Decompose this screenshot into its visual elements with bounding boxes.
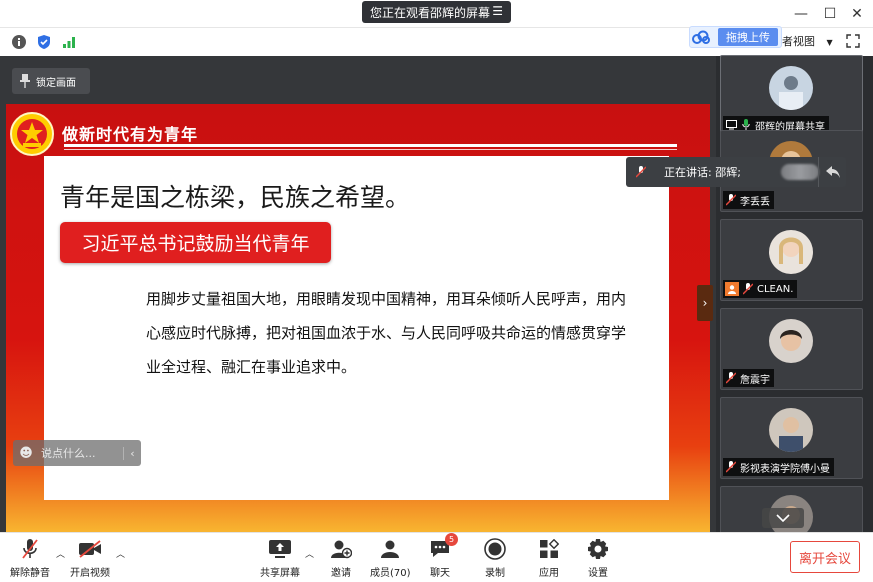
chevron-up-icon[interactable]: ︿ <box>305 547 314 560</box>
members-icon <box>378 537 402 561</box>
settings-label: 设置 <box>588 568 608 579</box>
start-video-button[interactable]: 开启视频 <box>70 537 110 579</box>
pin-icon <box>20 74 30 88</box>
slide-red-label: 习近平总书记鼓励当代青年 <box>60 222 331 263</box>
shield-icon[interactable] <box>36 34 52 50</box>
record-label: 录制 <box>485 568 505 579</box>
slide-divider-thin <box>64 149 677 150</box>
mic-muted-icon <box>742 282 754 296</box>
speaking-label: 正在讲话: 邵辉; <box>664 166 741 179</box>
chat-placeholder: 说点什么... <box>41 447 96 460</box>
members-button[interactable]: 成员(70) <box>370 537 411 579</box>
apps-icon <box>537 537 561 561</box>
shared-slide: 做新时代有为青年 青年是国之栋梁，民族之希望。 习近平总书记鼓励当代青年 用脚步… <box>6 104 710 532</box>
avatar <box>769 66 813 110</box>
chat-label: 聊天 <box>430 568 450 579</box>
back-arrow-icon[interactable] <box>818 157 846 187</box>
participant-sidebar: 邵辉的屏幕共享 李丢丢 CLEAN. 詹震宇 影视表演学院傅小曼 <box>716 55 873 536</box>
drag-upload-badge[interactable]: 拖拽上传 <box>689 26 782 48</box>
close-button[interactable]: ✕ <box>847 4 867 24</box>
title-bar: 您正在观看邵辉的屏幕 ☰ — ☐ ✕ <box>0 0 873 28</box>
unmute-label: 解除静音 <box>10 568 50 579</box>
participant-name-tag: CLEAN. <box>723 280 798 298</box>
apps-label: 应用 <box>539 568 559 579</box>
invite-label: 邀请 <box>331 568 351 579</box>
view-label: 者视图 <box>782 35 815 48</box>
invite-button[interactable]: 邀请 <box>329 537 353 579</box>
members-label: 成员(70) <box>370 568 411 579</box>
chat-unread-badge: 5 <box>445 533 458 546</box>
chevron-left-icon[interactable]: ‹ <box>123 446 141 460</box>
leave-meeting-button[interactable]: 离开会议 <box>790 541 860 573</box>
chevron-down-icon: ▼ <box>826 38 833 47</box>
share-screen-button[interactable]: 共享屏幕 <box>260 537 300 579</box>
view-switch[interactable]: 者视图 ▼ <box>782 33 833 49</box>
apps-button[interactable]: 应用 <box>537 537 561 579</box>
slide-body-text: 用脚步丈量祖国大地，用眼睛发现中国精神，用耳朵倾听人民呼声，用内心感应时代脉搏，… <box>146 290 627 376</box>
chat-button[interactable]: 5 聊天 <box>428 533 458 579</box>
start-video-label: 开启视频 <box>70 568 110 579</box>
sidebar-scroll-down-button[interactable] <box>762 508 804 528</box>
mic-muted-icon <box>626 166 656 178</box>
chevron-up-icon[interactable]: ︿ <box>116 547 125 560</box>
record-button[interactable]: 录制 <box>483 537 507 579</box>
hamburger-icon[interactable]: ☰ <box>492 4 503 18</box>
avatar <box>769 408 813 452</box>
record-icon <box>483 537 507 561</box>
slide-divider <box>64 144 677 147</box>
mic-muted-icon <box>725 193 737 207</box>
info-icon[interactable] <box>11 34 27 50</box>
share-screen-label: 共享屏幕 <box>260 568 300 579</box>
mic-muted-icon <box>725 460 737 474</box>
emoji-icon[interactable]: ☻ <box>13 446 39 461</box>
youth-league-emblem <box>10 112 54 156</box>
add-user-icon <box>329 537 353 561</box>
participant-name: 李丢丢 <box>740 196 770 208</box>
mic-muted-icon <box>725 371 737 385</box>
participant-name: 影视表演学院傅小曼 <box>740 463 830 475</box>
chevron-down-icon <box>776 514 790 522</box>
slide-title: 青年是国之栋梁，民族之希望。 <box>60 183 411 212</box>
chat-input[interactable]: ☻ 说点什么... ‹ <box>13 440 141 466</box>
speaking-indicator: 正在讲话: 邵辉; <box>626 157 846 187</box>
participant-tile[interactable]: CLEAN. <box>720 219 863 301</box>
signal-icon[interactable] <box>61 34 77 50</box>
mic-muted-icon <box>18 537 42 561</box>
participant-name-tag: 影视表演学院傅小曼 <box>723 458 834 476</box>
fullscreen-icon[interactable] <box>846 34 860 48</box>
cloud-icon <box>690 27 712 47</box>
participant-name-tag: 詹震宇 <box>723 369 774 387</box>
avatar <box>769 319 813 363</box>
settings-button[interactable]: 设置 <box>586 537 610 579</box>
avatar <box>769 230 813 274</box>
participant-tile[interactable]: 邵辉的屏幕共享 <box>720 55 863 137</box>
gear-icon <box>586 537 610 561</box>
minimize-button[interactable]: — <box>791 4 811 24</box>
participant-name: CLEAN. <box>757 283 794 295</box>
viewing-screen-indicator[interactable]: 您正在观看邵辉的屏幕 ☰ <box>362 1 511 23</box>
slide-header: 做新时代有为青年 <box>62 125 199 144</box>
participant-name: 詹震宇 <box>740 374 770 386</box>
lock-view-label: 锁定画面 <box>36 77 76 89</box>
chat-icon: 5 <box>428 533 458 561</box>
lock-view-button[interactable]: 锁定画面 <box>12 68 90 94</box>
sidebar-toggle-button[interactable]: › <box>697 285 713 321</box>
participant-tile[interactable]: 影视表演学院傅小曼 <box>720 397 863 479</box>
speaker-avatars-blurred <box>781 164 819 180</box>
meeting-toolbar: 解除静音 ︿ 开启视频 ︿ 共享屏幕 ︿ 邀请 成员(70) 5 聊天 录制 应… <box>0 532 873 582</box>
share-screen-icon <box>268 537 292 561</box>
unmute-button[interactable]: 解除静音 <box>10 537 50 579</box>
video-off-icon <box>78 537 102 561</box>
participant-tile[interactable]: 詹震宇 <box>720 308 863 390</box>
upload-label: 拖拽上传 <box>718 28 778 46</box>
maximize-button[interactable]: ☐ <box>820 4 840 24</box>
viewing-label: 您正在观看邵辉的屏幕 <box>370 5 491 20</box>
chevron-up-icon[interactable]: ︿ <box>56 547 65 560</box>
participant-name-tag: 李丢丢 <box>723 191 774 209</box>
host-icon <box>725 282 739 296</box>
